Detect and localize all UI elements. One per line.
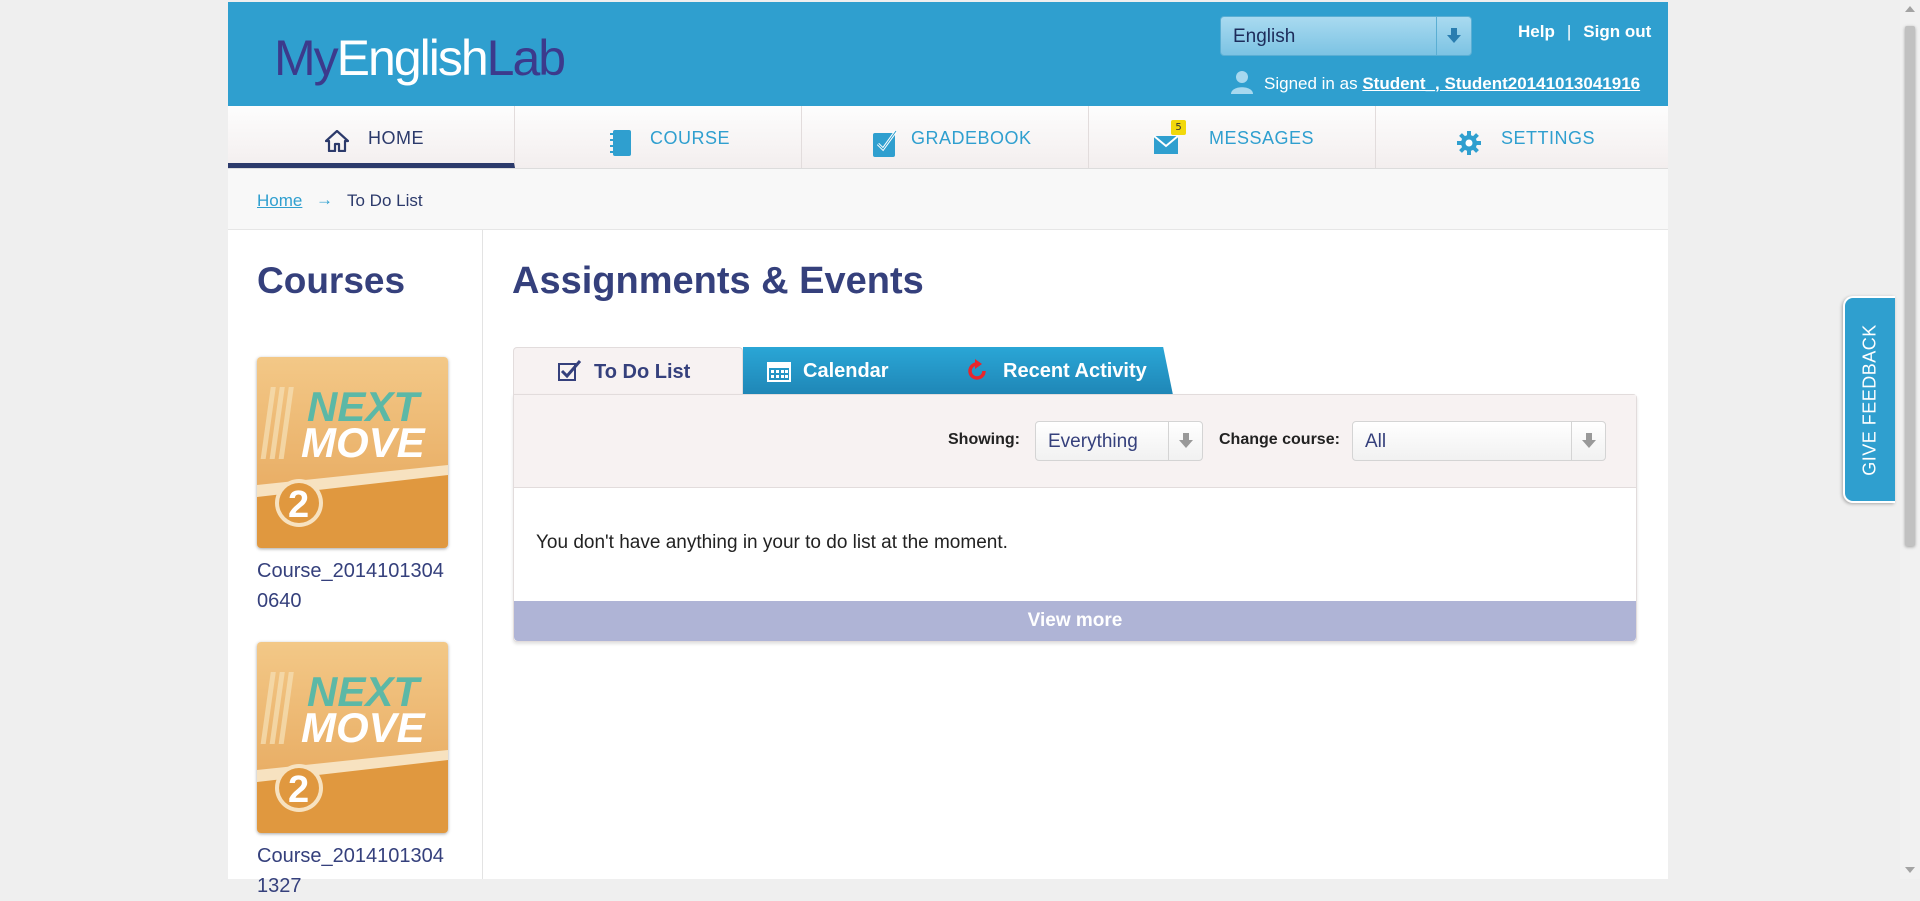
svg-text:MOVE: MOVE	[301, 704, 427, 751]
sign-out-link[interactable]: Sign out	[1583, 22, 1651, 42]
nav-course[interactable]: COURSE	[515, 106, 802, 168]
signed-in-label: Signed in as	[1264, 74, 1358, 93]
course-card[interactable]: NEXT MOVE 2 Course_20141013040640	[257, 357, 448, 616]
main-nav: HOME COURSE GRADEBOOK 5 MESSAGES SETTING…	[228, 106, 1668, 169]
down-arrow-icon	[1582, 433, 1596, 448]
tab-to-do-list[interactable]: To Do List	[513, 347, 743, 395]
courses-sidebar: Courses NEXT MOVE 2 Course_2014101304064…	[228, 230, 483, 897]
breadcrumb-arrow-icon: →	[316, 190, 333, 209]
site-header: MyEnglishLab English Help | Sign out Signe…	[228, 2, 1668, 106]
empty-list-message: You don't have anything in your to do li…	[536, 532, 1008, 553]
breadcrumb-current: To Do List	[347, 191, 423, 210]
language-value: English	[1233, 26, 1296, 47]
breadcrumb-home-link[interactable]: Home	[257, 191, 302, 211]
nav-messages[interactable]: 5 MESSAGES	[1089, 106, 1376, 168]
down-arrow-icon	[1447, 28, 1461, 43]
showing-value: Everything	[1048, 431, 1138, 452]
language-dropdown-button[interactable]	[1436, 17, 1471, 55]
nav-messages-label: MESSAGES	[1209, 128, 1315, 148]
page-scrollbar[interactable]	[1900, 0, 1920, 879]
tab-calendar[interactable]: Calendar	[743, 347, 929, 395]
messages-count-badge: 5	[1171, 120, 1186, 135]
top-links: Help | Sign out	[1518, 22, 1651, 42]
language-select[interactable]: English	[1220, 16, 1472, 56]
breadcrumb: Home → To Do List	[228, 169, 1668, 230]
course-name-link[interactable]: Course_20141013040640	[257, 556, 448, 616]
myenglishlab-logo[interactable]: MyEnglishLab	[274, 28, 566, 88]
page-container: MyEnglishLab English Help | Sign out Signe…	[228, 2, 1668, 897]
book-icon	[610, 130, 631, 156]
calendar-icon	[767, 362, 791, 382]
checkbox-icon	[558, 360, 582, 381]
showing-dropdown-button[interactable]	[1168, 422, 1202, 460]
refresh-icon	[968, 359, 986, 380]
svg-text:MOVE: MOVE	[301, 419, 427, 466]
gear-icon	[1457, 131, 1481, 155]
nav-gradebook-label: GRADEBOOK	[911, 128, 1032, 148]
courses-heading: Courses	[257, 260, 406, 301]
logo-text-lab: Lab	[486, 30, 566, 86]
svg-text:2: 2	[288, 484, 309, 526]
tab-calendar-label: Calendar	[803, 360, 889, 382]
give-feedback-label: GIVE FEEDBACK	[1859, 323, 1880, 476]
scroll-up-arrow-icon[interactable]	[1905, 6, 1915, 12]
course-card[interactable]: NEXT MOVE 2 Course_20141013041327	[257, 642, 448, 901]
change-course-value: All	[1365, 431, 1387, 452]
next-move-cover: NEXT MOVE 2	[257, 642, 448, 833]
scrollbar-thumb[interactable]	[1905, 26, 1915, 546]
down-arrow-icon	[1179, 433, 1193, 448]
course-cover-image[interactable]: NEXT MOVE 2	[257, 357, 448, 548]
course-cover-image[interactable]: NEXT MOVE 2	[257, 642, 448, 833]
tab-bar: To Do List Calendar Recent Activity	[513, 347, 1193, 395]
view-more-button[interactable]: View more	[514, 601, 1636, 641]
nav-home[interactable]: HOME	[228, 106, 515, 168]
link-separator: |	[1566, 22, 1572, 41]
nav-course-label: COURSE	[650, 128, 731, 148]
scroll-down-arrow-icon[interactable]	[1905, 867, 1915, 873]
user-icon	[1231, 71, 1253, 94]
nav-settings[interactable]: SETTINGS	[1376, 106, 1663, 168]
home-icon	[325, 130, 349, 152]
tab-recent-activity[interactable]: Recent Activity	[927, 347, 1173, 395]
nav-settings-label: SETTINGS	[1501, 128, 1596, 148]
logo-text-my: My	[274, 30, 339, 86]
svg-text:2: 2	[288, 769, 309, 811]
give-feedback-tab[interactable]: GIVE FEEDBACK	[1843, 296, 1895, 503]
tab-to-do-list-label: To Do List	[594, 361, 691, 383]
next-move-cover: NEXT MOVE 2	[257, 357, 448, 548]
change-course-select[interactable]: All	[1352, 421, 1606, 461]
change-course-label: Change course:	[1219, 431, 1340, 448]
showing-label: Showing:	[948, 431, 1020, 448]
change-course-dropdown-button[interactable]	[1571, 422, 1605, 460]
showing-select[interactable]: Everything	[1035, 421, 1203, 461]
logo-text-english: English	[336, 30, 489, 86]
tab-recent-activity-label: Recent Activity	[1003, 360, 1147, 382]
nav-gradebook[interactable]: GRADEBOOK	[802, 106, 1089, 168]
help-link[interactable]: Help	[1518, 22, 1555, 42]
course-name-link[interactable]: Course_20141013041327	[257, 841, 448, 901]
to-do-list-panel: Showing: Everything Change course: All Y…	[513, 394, 1637, 642]
nav-home-label: HOME	[368, 128, 424, 148]
filter-bar: Showing: Everything Change course: All	[514, 395, 1636, 488]
gradebook-icon	[873, 130, 898, 157]
user-name-link[interactable]: Student_, Student20141013041916	[1362, 74, 1640, 93]
page-title: Assignments & Events	[512, 260, 924, 302]
